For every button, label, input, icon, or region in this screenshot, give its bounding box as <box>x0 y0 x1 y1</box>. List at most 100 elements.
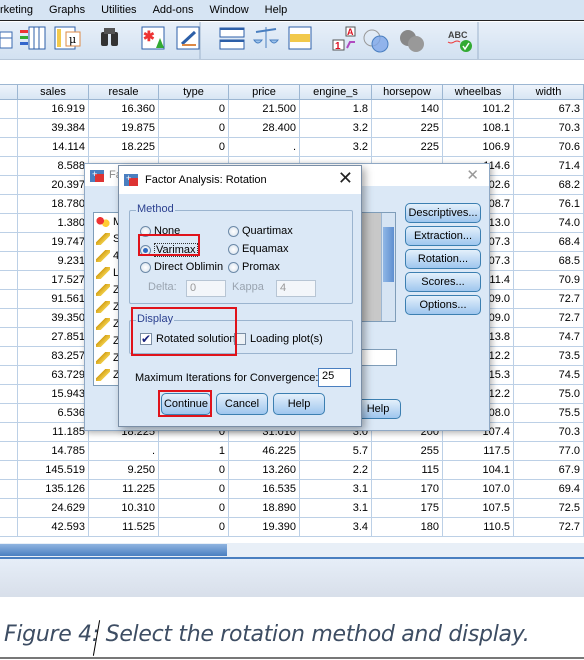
table-cell[interactable]: 101.2 <box>443 100 514 119</box>
insert-variable-icon[interactable] <box>20 26 46 50</box>
row-number-cell[interactable] <box>0 309 18 328</box>
column-header-engine_s[interactable]: engine_s <box>300 84 372 100</box>
table-cell[interactable]: 72.5 <box>514 499 584 518</box>
table-cell[interactable]: 70.3 <box>514 423 584 442</box>
table-cell[interactable]: 70.6 <box>514 138 584 157</box>
insert-cases-icon[interactable] <box>0 31 13 49</box>
kappa-field[interactable]: 4 <box>276 280 316 297</box>
radio-quartimax[interactable]: Quartimax <box>228 225 293 237</box>
table-cell[interactable]: 1.8 <box>300 100 372 119</box>
menu-addons[interactable]: Add-ons <box>153 4 194 16</box>
row-number-cell[interactable] <box>0 157 18 176</box>
gray-circles-icon[interactable] <box>400 30 424 52</box>
radio-button[interactable] <box>228 243 239 255</box>
row-number-cell[interactable] <box>0 423 18 442</box>
use-sets-icon[interactable] <box>288 26 312 50</box>
table-cell[interactable]: 104.1 <box>443 461 514 480</box>
scrollbar-thumb[interactable] <box>0 544 227 556</box>
table-cell[interactable]: 8.588 <box>18 157 89 176</box>
weight-cases-icon[interactable] <box>219 27 245 50</box>
table-cell[interactable]: 135.126 <box>18 480 89 499</box>
table-cell[interactable]: 46.225 <box>229 442 300 461</box>
table-cell[interactable]: 3.1 <box>300 499 372 518</box>
table-cell[interactable]: 0 <box>159 480 229 499</box>
menu-help[interactable]: Help <box>265 4 288 16</box>
table-cell[interactable]: . <box>229 138 300 157</box>
table-cell[interactable]: 19.390 <box>229 518 300 537</box>
table-cell[interactable]: 225 <box>372 138 443 157</box>
radio-direct-oblimin[interactable]: Direct Oblimin <box>140 261 223 273</box>
value-labels-icon[interactable] <box>253 27 279 48</box>
column-header-resale[interactable]: resale <box>89 84 159 100</box>
table-cell[interactable]: 6.536 <box>18 404 89 423</box>
table-cell[interactable]: 11.225 <box>89 480 159 499</box>
table-cell[interactable]: 0 <box>159 461 229 480</box>
show-all-variables-icon[interactable]: A1 <box>332 26 356 52</box>
table-cell[interactable]: 76.1 <box>514 195 584 214</box>
table-cell[interactable]: 13.260 <box>229 461 300 480</box>
table-cell[interactable]: 1 <box>159 442 229 461</box>
column-header-price[interactable]: price <box>229 84 300 100</box>
table-cell[interactable]: 19.747 <box>18 233 89 252</box>
table-cell[interactable]: 11.525 <box>89 518 159 537</box>
table-cell[interactable]: 10.310 <box>89 499 159 518</box>
bg-close-icon[interactable]: ✕ <box>466 166 479 184</box>
table-cell[interactable]: 14.114 <box>18 138 89 157</box>
row-number-cell[interactable] <box>0 233 18 252</box>
table-cell[interactable]: 14.785 <box>18 442 89 461</box>
scores-button[interactable]: Scores... <box>405 272 481 292</box>
table-cell[interactable]: 107.0 <box>443 480 514 499</box>
row-number-cell[interactable] <box>0 404 18 423</box>
table-cell[interactable]: 70.3 <box>514 119 584 138</box>
table-cell[interactable]: 1.380 <box>18 214 89 233</box>
radio-button[interactable] <box>140 261 151 273</box>
table-cell[interactable]: 108.1 <box>443 119 514 138</box>
table-cell[interactable]: 67.3 <box>514 100 584 119</box>
table-cell[interactable]: 180 <box>372 518 443 537</box>
max-iterations-field[interactable]: 25 <box>318 368 351 387</box>
table-cell[interactable]: 18.890 <box>229 499 300 518</box>
row-number-cell[interactable] <box>0 252 18 271</box>
column-header-horsepow[interactable]: horsepow <box>372 84 443 100</box>
table-cell[interactable]: 74.5 <box>514 366 584 385</box>
row-number-cell[interactable] <box>0 138 18 157</box>
horizontal-scrollbar[interactable] <box>0 543 584 557</box>
table-cell[interactable]: 72.7 <box>514 518 584 537</box>
circles-icon[interactable] <box>363 29 389 53</box>
table-cell[interactable]: 70.9 <box>514 271 584 290</box>
list-scrollbar[interactable] <box>381 213 395 321</box>
table-cell[interactable]: 24.629 <box>18 499 89 518</box>
table-cell[interactable]: 18.780 <box>18 195 89 214</box>
row-number-cell[interactable] <box>0 480 18 499</box>
menu-graphs[interactable]: Graphs <box>49 4 85 16</box>
table-cell[interactable]: 0 <box>159 138 229 157</box>
menu-marketing[interactable]: rketing <box>0 4 33 16</box>
table-cell[interactable]: 16.535 <box>229 480 300 499</box>
table-cell[interactable]: 75.0 <box>514 385 584 404</box>
table-cell[interactable]: 63.729 <box>18 366 89 385</box>
table-cell[interactable]: 20.397 <box>18 176 89 195</box>
table-cell[interactable]: 17.527 <box>18 271 89 290</box>
table-cell[interactable]: 18.225 <box>89 138 159 157</box>
row-number-cell[interactable] <box>0 328 18 347</box>
table-cell[interactable]: 0 <box>159 518 229 537</box>
table-cell[interactable]: 0 <box>159 100 229 119</box>
row-number-cell[interactable] <box>0 271 18 290</box>
table-cell[interactable]: 3.4 <box>300 518 372 537</box>
radio-button[interactable] <box>228 261 239 273</box>
help-button[interactable]: Help <box>273 393 325 415</box>
table-cell[interactable]: 67.9 <box>514 461 584 480</box>
table-cell[interactable]: 72.7 <box>514 309 584 328</box>
table-cell[interactable]: 91.561 <box>18 290 89 309</box>
split-file-icon[interactable]: ✱ <box>141 26 165 50</box>
row-number-cell[interactable] <box>0 461 18 480</box>
variable-view-icon[interactable]: μ <box>54 26 81 50</box>
table-cell[interactable]: 68.5 <box>514 252 584 271</box>
table-cell[interactable]: 3.1 <box>300 480 372 499</box>
table-cell[interactable]: 2.2 <box>300 461 372 480</box>
cancel-button[interactable]: Cancel <box>216 393 268 415</box>
column-header-wheelbas[interactable]: wheelbas <box>443 84 514 100</box>
menu-window[interactable]: Window <box>210 4 249 16</box>
row-number-cell[interactable] <box>0 195 18 214</box>
table-cell[interactable]: 16.360 <box>89 100 159 119</box>
